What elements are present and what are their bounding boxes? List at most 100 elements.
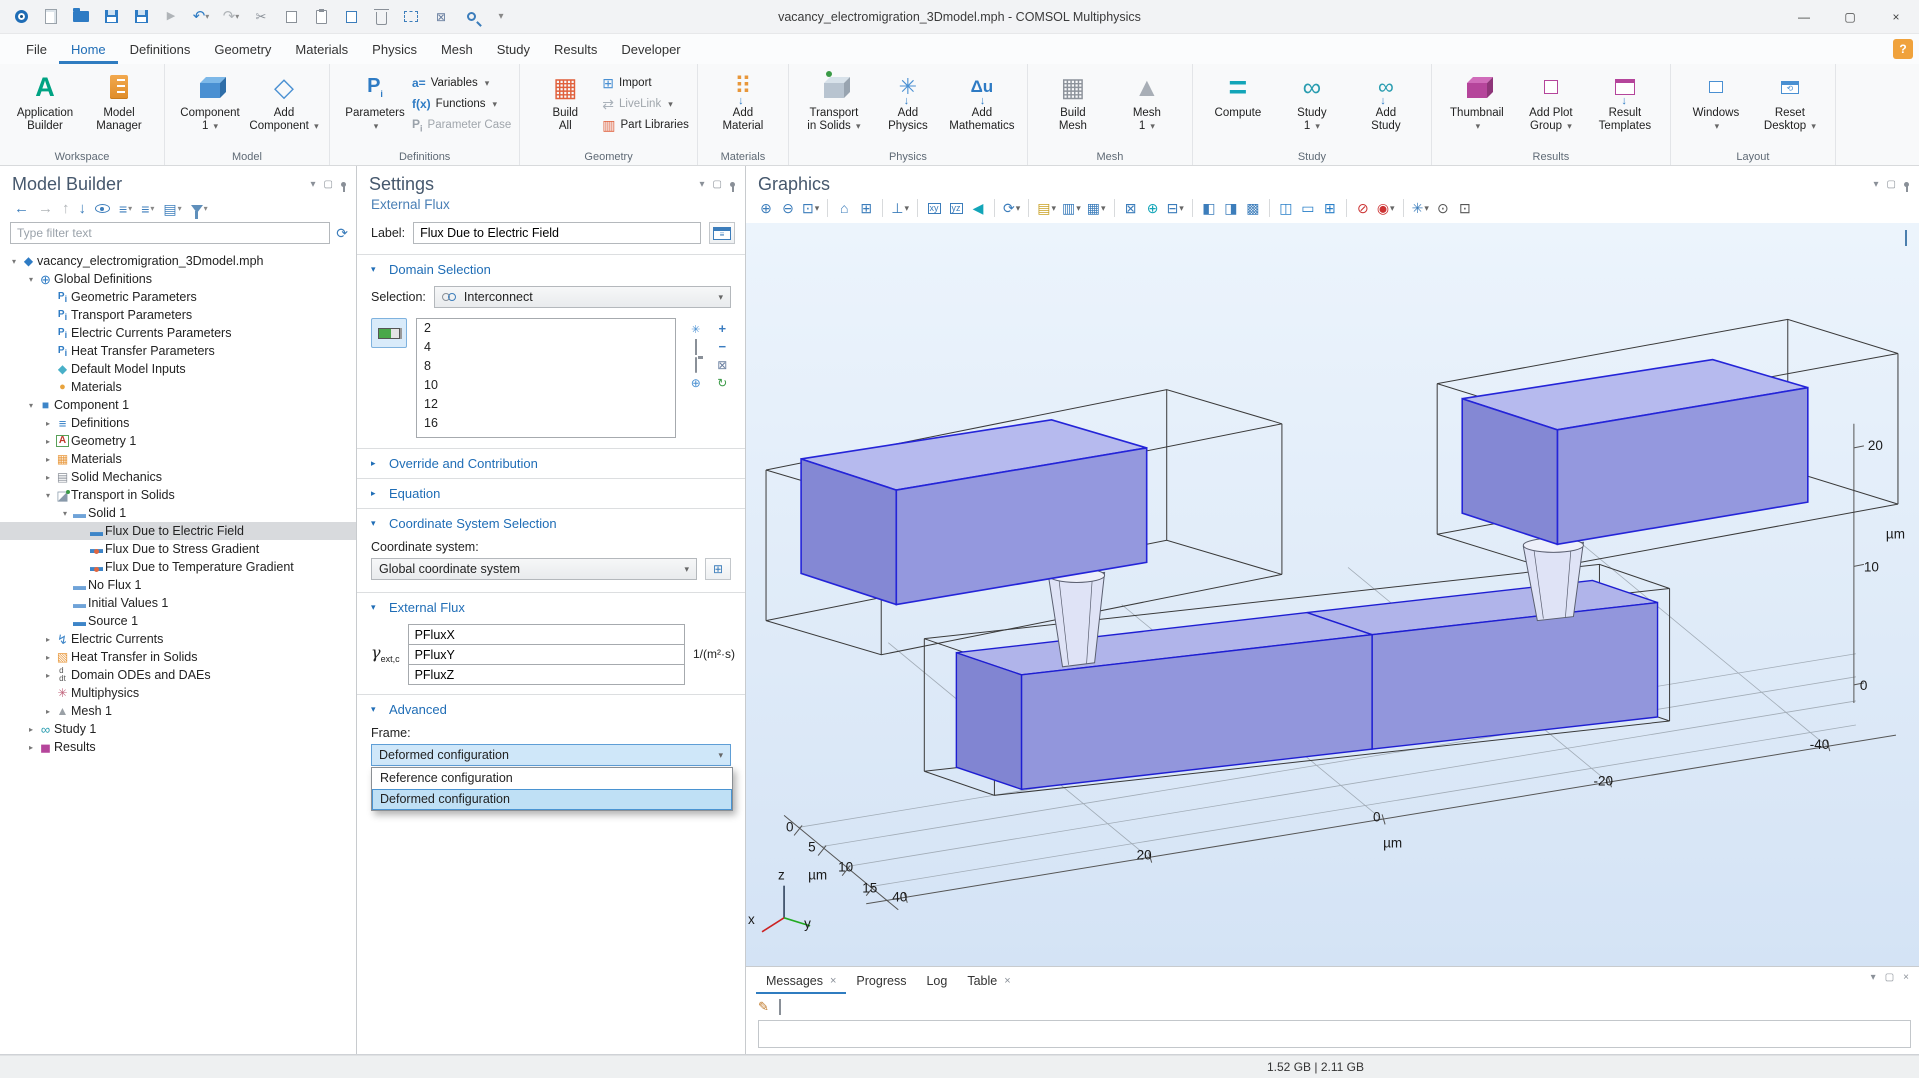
selection-color-icon[interactable]: ◉▾ <box>1375 197 1397 219</box>
clear-log-icon[interactable]: ✎ <box>758 1000 769 1014</box>
menu-home[interactable]: Home <box>59 37 118 64</box>
transparency-icon[interactable]: ◧ <box>1199 197 1219 219</box>
tree-item[interactable]: ●Materials <box>0 378 356 396</box>
thumbnail-button[interactable]: Thumbnail▾ <box>1440 69 1514 133</box>
print-icon[interactable]: ⊡ <box>1455 197 1475 219</box>
domain-list-item[interactable]: 8 <box>417 357 675 376</box>
remove-from-selection-icon[interactable]: − <box>718 340 726 354</box>
variables-button[interactable]: a=Variables▾ <box>412 75 511 91</box>
center-selection-icon[interactable]: ⊕ <box>691 376 701 390</box>
mesh-1-button[interactable]: ▲Mesh1 ▾ <box>1110 69 1184 133</box>
paste-selection-icon[interactable] <box>695 358 697 372</box>
menu-physics[interactable]: Physics <box>360 37 429 64</box>
collapse-all-icon[interactable]: ≡▾ <box>141 202 154 216</box>
select-box-icon[interactable]: ⊠ <box>1121 197 1141 219</box>
wireframe-rendering-icon[interactable]: ◨ <box>1221 197 1241 219</box>
select-box-icon[interactable] <box>398 5 424 29</box>
copy-icon[interactable] <box>278 5 304 29</box>
zoom-extents-icon[interactable]: ⊞ <box>856 197 876 219</box>
add-physics-button[interactable]: ✳↓AddPhysics <box>871 69 945 133</box>
result-templates-button[interactable]: ↓ResultTemplates <box>1588 69 1662 133</box>
model-tree-node-text-icon[interactable]: ▤▾ <box>163 202 181 216</box>
go-to-xy-view-icon[interactable]: xy <box>924 197 944 219</box>
component-1-button[interactable]: Component1 ▾ <box>173 69 247 133</box>
view-settings-icon[interactable]: ⊟▾ <box>1165 197 1186 219</box>
rename-label-button[interactable]: ≡ <box>709 222 735 244</box>
tree-item[interactable]: ▾⊕Global Definitions <box>0 270 356 288</box>
expand-toggle-icon[interactable]: ▾ <box>25 401 37 410</box>
tree-item[interactable]: ▸▤Solid Mechanics <box>0 468 356 486</box>
pin-panel-icon[interactable] <box>341 182 346 187</box>
expand-toggle-icon[interactable]: ▾ <box>42 491 54 500</box>
tab-log[interactable]: Log <box>916 970 957 994</box>
tree-item[interactable]: ▸∞Study 1 <box>0 720 356 738</box>
quad-view-icon[interactable]: ⊞ <box>1320 197 1340 219</box>
open-file-icon[interactable] <box>68 5 94 29</box>
add-material-button[interactable]: ⠿↓AddMaterial <box>706 69 780 133</box>
go-to-default-view-icon[interactable]: ⌂ <box>834 197 854 219</box>
collapse-toggle-icon[interactable]: ▸ <box>25 725 37 734</box>
menu-definitions[interactable]: Definitions <box>118 37 203 64</box>
panel-menu-icon[interactable]: ▾ <box>1871 973 1876 983</box>
cut-icon[interactable]: ✂ <box>248 5 274 29</box>
domain-list-item[interactable]: 4 <box>417 338 675 357</box>
add-plot-group-button[interactable]: Add PlotGroup ▾ <box>1514 69 1588 133</box>
customize-toolbar-icon[interactable]: ▾ <box>488 5 514 29</box>
tree-item[interactable]: ▸AGeometry 1 <box>0 432 356 450</box>
menu-mesh[interactable]: Mesh <box>429 37 485 64</box>
collapse-toggle-icon[interactable]: ▸ <box>25 743 37 752</box>
maximize-button[interactable]: ▢ <box>1827 0 1873 34</box>
tree-item[interactable]: ▾◆vacancy_electromigration_3Dmodel.mph <box>0 252 356 270</box>
import-button[interactable]: ⊞Import <box>602 75 689 91</box>
collapse-toggle-icon[interactable]: ▸ <box>42 635 54 644</box>
pin-panel-icon[interactable] <box>730 182 735 187</box>
domain-selection-header[interactable]: ▾Domain Selection <box>357 255 745 284</box>
tree-item[interactable]: ▾■Component 1 <box>0 396 356 414</box>
tree-item[interactable]: ▸▧Heat Transfer in Solids <box>0 648 356 666</box>
rotate-view-icon[interactable]: ⟳▾ <box>1001 197 1022 219</box>
zoom-to-selection-icon[interactable]: ↻ <box>717 376 727 390</box>
image-snapshot-icon[interactable]: ⊙ <box>1433 197 1453 219</box>
collapse-toggle-icon[interactable]: ▸ <box>42 455 54 464</box>
minimize-button[interactable]: — <box>1781 0 1827 34</box>
parameter-case-button[interactable]: PiParameter Case <box>412 117 511 133</box>
collapse-toggle-icon[interactable]: ▸ <box>42 707 54 716</box>
save-icon[interactable] <box>98 5 124 29</box>
tab-messages[interactable]: Messages× <box>756 970 846 994</box>
add-study-button[interactable]: ∞↓AddStudy <box>1349 69 1423 133</box>
menu-file[interactable]: File <box>14 37 59 64</box>
tree-item[interactable]: ▸▲Mesh 1 <box>0 702 356 720</box>
plot-clipboard-icon[interactable] <box>1905 231 1907 245</box>
tree-item[interactable]: ✳Multiphysics <box>0 684 356 702</box>
show-icon[interactable] <box>95 204 110 213</box>
tree-item[interactable]: ▬Initial Values 1 <box>0 594 356 612</box>
center-view-icon[interactable]: ⊕ <box>1143 197 1163 219</box>
create-selection-icon[interactable]: ✳ <box>691 322 700 336</box>
frame-dropdown[interactable]: Deformed configuration▾ <box>371 744 731 766</box>
livelink-button[interactable]: ⇄LiveLink▾ <box>602 96 689 112</box>
messages-content[interactable] <box>758 1020 1911 1048</box>
transport-in-solids-button[interactable]: Transportin Solids ▾ <box>797 69 871 133</box>
tree-item[interactable]: PiHeat Transfer Parameters <box>0 342 356 360</box>
zoom-out-icon[interactable]: ⊖ <box>778 197 798 219</box>
collapse-toggle-icon[interactable]: ▸ <box>42 419 54 428</box>
create-coordinate-system-button[interactable]: ⊞ <box>705 558 731 580</box>
close-tab-icon[interactable]: × <box>830 975 836 987</box>
filter-icon[interactable]: ▾ <box>191 205 208 213</box>
frame-option[interactable]: Deformed configuration <box>372 789 732 810</box>
run-icon[interactable]: ▶ <box>158 5 184 29</box>
close-panel-icon[interactable]: × <box>1903 973 1909 983</box>
panel-menu-icon[interactable]: ▾ <box>700 180 705 190</box>
collapse-toggle-icon[interactable]: ▸ <box>42 653 54 662</box>
flux-z-input[interactable] <box>408 664 685 685</box>
float-panel-icon[interactable]: ▢ <box>324 180 333 190</box>
equation-header[interactable]: ▸Equation <box>357 479 745 508</box>
pin-panel-icon[interactable] <box>1904 182 1909 187</box>
flux-x-input[interactable] <box>408 624 685 645</box>
new-file-icon[interactable] <box>38 5 64 29</box>
domain-list-item[interactable]: 12 <box>417 395 675 414</box>
go-to-yz-view-icon[interactable]: yz <box>946 197 966 219</box>
tree-item[interactable]: ▬No Flux 1 <box>0 576 356 594</box>
tree-item[interactable]: PiTransport Parameters <box>0 306 356 324</box>
material-rendering-icon[interactable]: ▦▾ <box>1085 197 1108 219</box>
